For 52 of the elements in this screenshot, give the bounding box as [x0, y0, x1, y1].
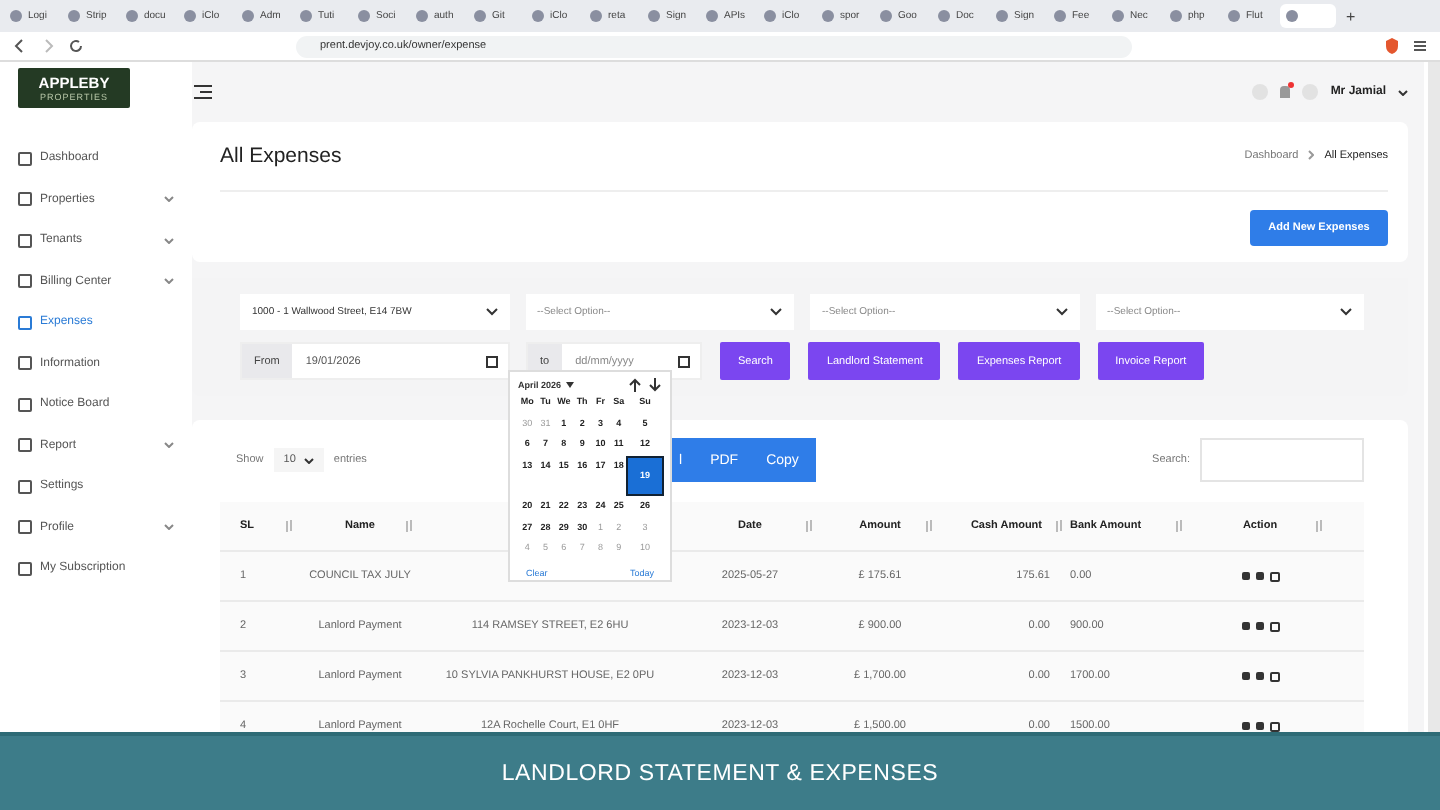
up-arrow-icon[interactable]	[628, 378, 642, 392]
favicon-icon	[880, 10, 892, 22]
chevron-down-icon	[164, 524, 174, 531]
shield-icon[interactable]	[1384, 38, 1400, 54]
favicon-icon	[1228, 10, 1240, 22]
chevron-down-icon[interactable]	[1398, 89, 1408, 95]
search-field[interactable]	[1200, 438, 1364, 482]
chevron-right-icon	[1308, 150, 1315, 160]
chevron-down-icon	[770, 308, 782, 316]
chevron-down-icon	[1055, 308, 1067, 316]
favicon-icon	[300, 10, 312, 22]
favicon-icon	[938, 10, 950, 22]
favicon-icon	[68, 10, 80, 22]
down-arrow-icon[interactable]	[648, 378, 662, 392]
chevron-down-icon	[164, 278, 174, 285]
scrollbar[interactable]	[1424, 62, 1440, 732]
chevron-down-icon	[164, 237, 174, 244]
menu-icon[interactable]	[1412, 38, 1428, 54]
favicon-icon	[126, 10, 138, 22]
favicon-icon	[416, 10, 428, 22]
view-icon[interactable]	[1269, 571, 1279, 581]
favicon-icon	[358, 10, 370, 22]
favicon-icon	[1286, 10, 1298, 22]
page-title: All Expenses	[220, 144, 342, 168]
favicon-icon	[532, 10, 544, 22]
menu-icon[interactable]	[194, 84, 212, 100]
chevron-down-icon	[164, 196, 174, 203]
chevron-down-icon	[303, 457, 314, 463]
favicon-icon	[822, 10, 834, 22]
favicon-icon	[184, 10, 196, 22]
favicon-icon	[764, 10, 776, 22]
chevron-down-icon	[485, 308, 497, 316]
view-icon[interactable]	[1269, 671, 1279, 681]
view-icon[interactable]	[1269, 621, 1279, 631]
favicon-icon	[590, 10, 602, 22]
back-icon[interactable]	[12, 38, 28, 54]
reload-icon[interactable]	[68, 38, 84, 54]
favicon-icon	[1054, 10, 1066, 22]
new-tab-button[interactable]: +	[1346, 7, 1356, 25]
favicon-icon	[1170, 10, 1182, 22]
chevron-down-icon	[164, 442, 174, 449]
favicon-icon	[242, 10, 254, 22]
favicon-icon	[10, 10, 22, 22]
caption-banner: LANDLORD STATEMENT & EXPENSES	[0, 732, 1440, 810]
favicon-icon	[474, 10, 486, 22]
favicon-icon	[1112, 10, 1124, 22]
chevron-down-icon	[1340, 308, 1352, 316]
favicon-icon	[648, 10, 660, 22]
favicon-icon	[706, 10, 718, 22]
bell-icon[interactable]	[1280, 86, 1291, 98]
favicon-icon	[996, 10, 1008, 22]
browser-tab[interactable]	[1280, 4, 1336, 28]
